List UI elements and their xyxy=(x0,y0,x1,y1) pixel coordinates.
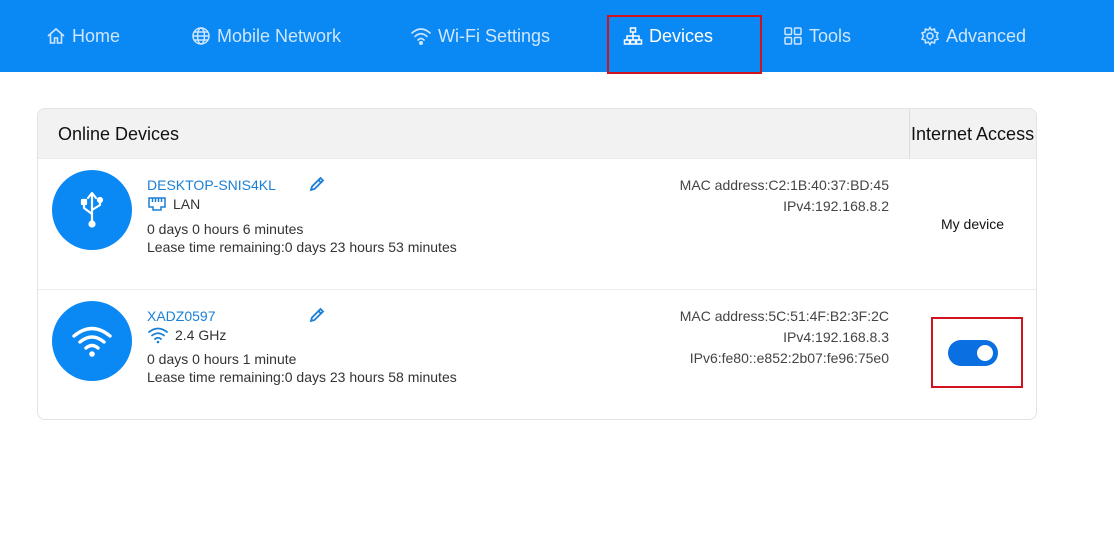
connection-label: LAN xyxy=(173,196,201,212)
gear-icon xyxy=(920,26,940,46)
internet-access-toggle[interactable] xyxy=(948,340,998,366)
connected-duration: 0 days 0 hours 1 minute xyxy=(147,351,297,367)
wifi-icon xyxy=(72,326,112,357)
device-avatar xyxy=(52,170,132,250)
my-device-label: My device xyxy=(941,216,1005,232)
nav-devices[interactable]: Devices xyxy=(623,0,713,72)
lease-time: Lease time remaining:0 days 23 hours 58 … xyxy=(147,369,457,385)
ipv4-address: IPv4:192.168.8.2 xyxy=(783,198,889,214)
nav-home[interactable]: Home xyxy=(46,0,120,72)
wifi-icon xyxy=(411,28,431,46)
usb-icon xyxy=(80,191,104,228)
nav-mobile-network[interactable]: Mobile Network xyxy=(191,0,341,72)
globe-icon xyxy=(192,27,210,45)
mac-address: MAC address:5C:51:4F:B2:3F:2C xyxy=(679,308,889,324)
online-devices-panel: Online Devices Internet Access DESKTOP-S… xyxy=(37,108,1037,420)
lease-time: Lease time remaining:0 days 23 hours 53 … xyxy=(147,239,457,255)
device-row: XADZ0597 2.4 GHz 0 days 0 hours 1 minute… xyxy=(38,290,1036,419)
top-navigation: Home Mobile Network Wi-Fi Settings Devic… xyxy=(0,0,1114,72)
connection-type: 2.4 GHz xyxy=(147,326,226,344)
nav-wifi-settings-label: Wi-Fi Settings xyxy=(438,25,551,46)
nav-devices-label: Devices xyxy=(649,25,714,46)
nav-advanced-label: Advanced xyxy=(946,25,1027,46)
connected-duration: 0 days 0 hours 6 minutes xyxy=(147,221,304,237)
header-internet-access: Internet Access xyxy=(911,123,1035,144)
ipv6-address: IPv6:fe80::e852:2b07:fe96:75e0 xyxy=(689,350,889,366)
connection-label: 2.4 GHz xyxy=(175,327,227,343)
connection-type: LAN xyxy=(147,195,200,213)
edit-icon[interactable] xyxy=(308,175,326,193)
nav-home-label: Home xyxy=(72,25,121,46)
nav-mobile-network-label: Mobile Network xyxy=(217,25,342,46)
device-avatar xyxy=(52,301,132,381)
edit-icon[interactable] xyxy=(308,306,326,324)
network-tree-icon xyxy=(623,27,643,45)
header-online-devices: Online Devices xyxy=(58,123,180,144)
grid-icon xyxy=(784,27,802,45)
toggle-knob xyxy=(977,345,993,361)
nav-advanced[interactable]: Advanced xyxy=(920,0,1026,72)
nav-wifi-settings[interactable]: Wi-Fi Settings xyxy=(410,0,550,72)
home-icon xyxy=(47,27,65,44)
device-name[interactable]: XADZ0597 xyxy=(147,308,215,324)
wifi-small-icon xyxy=(148,327,168,344)
nav-tools-label: Tools xyxy=(809,25,852,46)
table-header: Online Devices Internet Access xyxy=(38,109,1036,159)
device-row: DESKTOP-SNIS4KL LAN 0 days 0 hours 6 min… xyxy=(38,160,1036,290)
nav-tools[interactable]: Tools xyxy=(783,0,851,72)
ipv4-address: IPv4:192.168.8.3 xyxy=(783,329,889,345)
device-name[interactable]: DESKTOP-SNIS4KL xyxy=(147,177,276,193)
ethernet-port-icon xyxy=(148,197,166,211)
header-divider xyxy=(909,109,910,159)
mac-address: MAC address:C2:1B:40:37:BD:45 xyxy=(679,177,889,193)
